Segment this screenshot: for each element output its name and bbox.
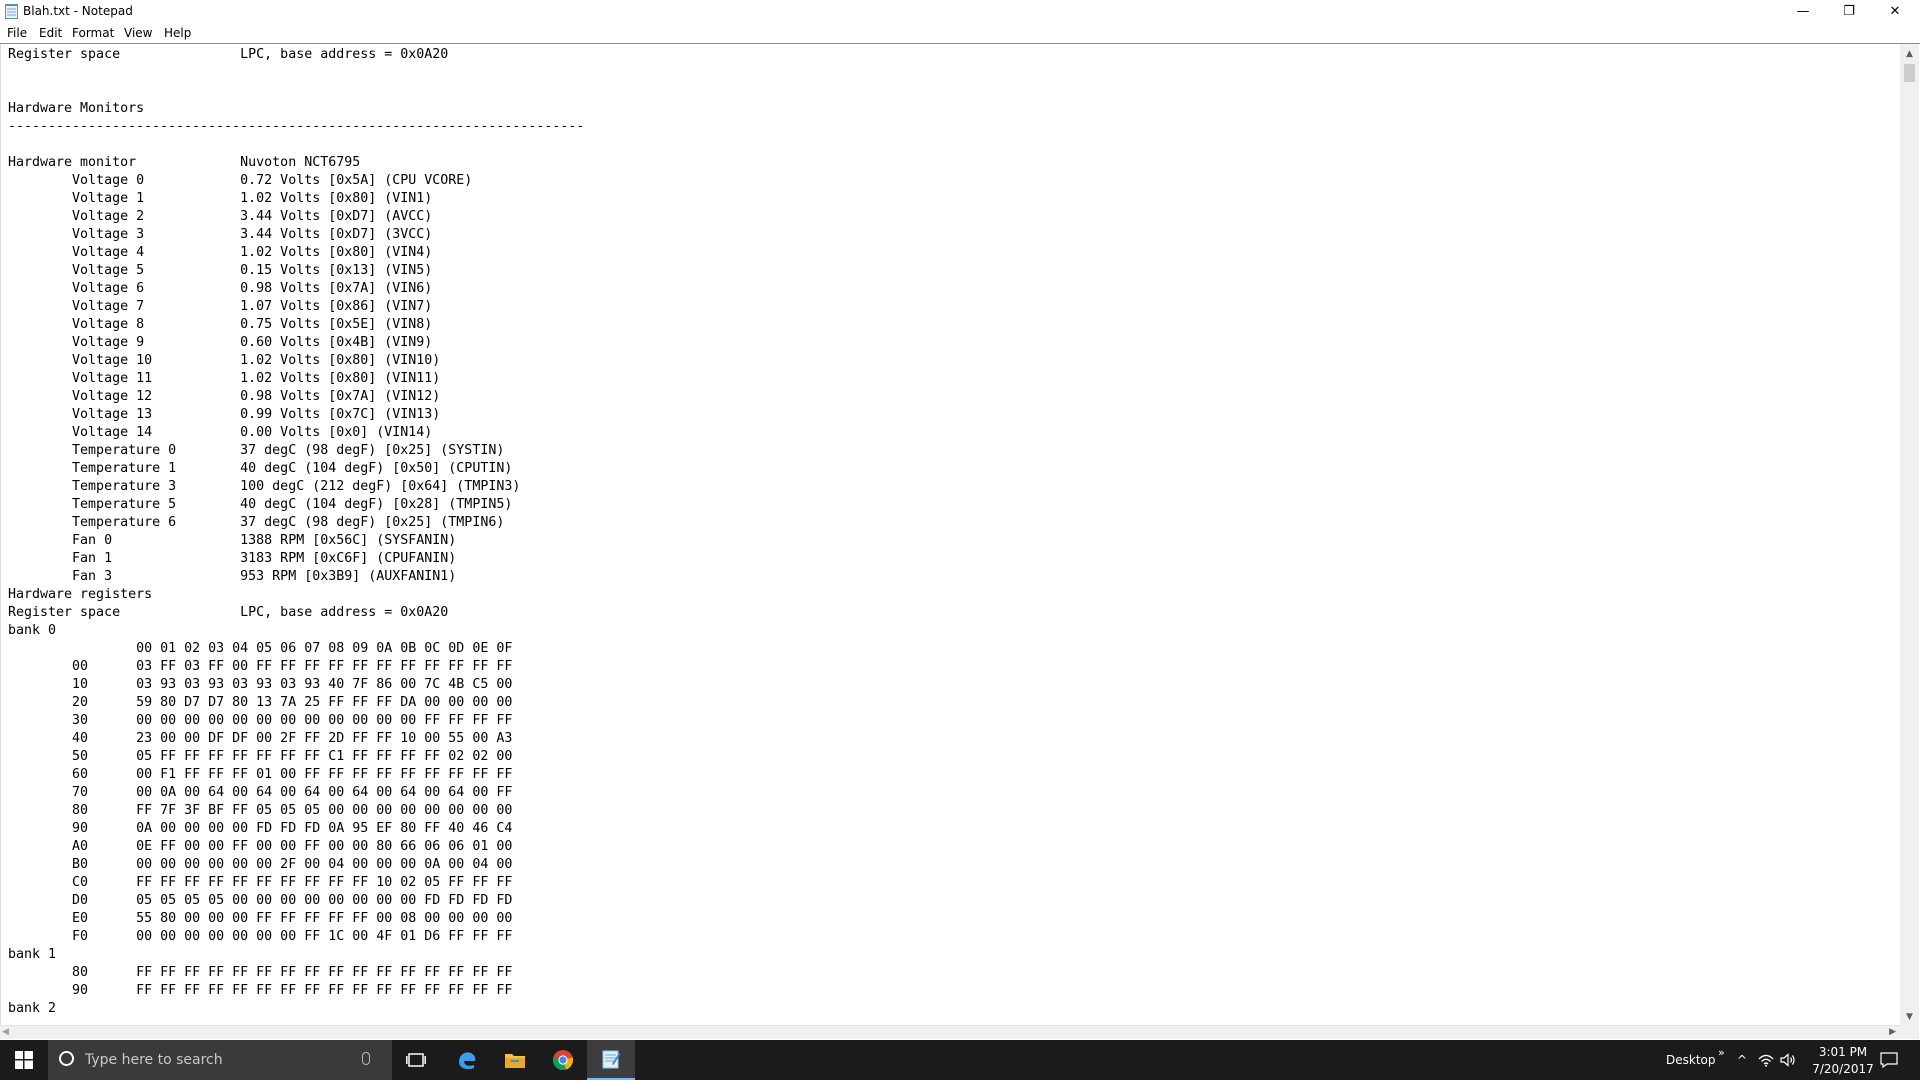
menu-view[interactable]: View — [124, 26, 152, 40]
taskbar: Type here to search Desktop » ^ 3:01 PM … — [0, 1040, 1920, 1080]
network-icon[interactable] — [1758, 1053, 1774, 1067]
show-hidden-icons-icon[interactable]: ^ — [1737, 1053, 1747, 1067]
vertical-scroll-thumb[interactable] — [1904, 64, 1915, 82]
menu-bar: File Edit Format View Help — [0, 23, 1920, 44]
volume-icon[interactable] — [1780, 1053, 1796, 1067]
action-center-icon[interactable] — [1880, 1052, 1898, 1068]
title-bar: Blah.txt - Notepad — ❐ ✕ — [0, 0, 1920, 23]
close-icon: ✕ — [1889, 4, 1901, 19]
menu-edit[interactable]: Edit — [39, 26, 62, 40]
close-button[interactable]: ✕ — [1872, 0, 1918, 23]
horizontal-scrollbar[interactable]: ◀ ▶ — [0, 1025, 1900, 1039]
file-explorer-icon — [505, 1054, 525, 1068]
restore-icon: ❐ — [1843, 4, 1855, 19]
taskbar-search-box[interactable]: Type here to search — [48, 1040, 392, 1080]
cortana-icon — [59, 1051, 74, 1066]
menu-file[interactable]: File — [7, 26, 27, 40]
vertical-scrollbar[interactable]: ▲ ▼ — [1900, 44, 1919, 1025]
task-view-icon — [406, 1053, 426, 1067]
scroll-down-icon[interactable]: ▼ — [1900, 1009, 1919, 1025]
minimize-button[interactable]: — — [1780, 0, 1826, 23]
clock-date[interactable]: 7/20/2017 — [1812, 1062, 1874, 1076]
editor-content[interactable]: Register space LPC, base address = 0x0A2… — [8, 46, 584, 1018]
search-placeholder: Type here to search — [85, 1052, 223, 1068]
start-button[interactable] — [0, 1040, 48, 1080]
microphone-icon[interactable] — [362, 1052, 370, 1065]
minimize-icon: — — [1796, 4, 1810, 19]
window-title: Blah.txt - Notepad — [23, 4, 133, 18]
windows-logo-icon — [15, 1051, 33, 1069]
scrollbar-corner — [1900, 1025, 1919, 1039]
menu-format[interactable]: Format — [72, 26, 114, 40]
taskbar-file-explorer[interactable] — [491, 1040, 539, 1080]
taskbar-notepad[interactable] — [587, 1040, 635, 1080]
menu-help[interactable]: Help — [164, 26, 191, 40]
toolbar-overflow-icon[interactable]: » — [1718, 1046, 1725, 1060]
scroll-right-icon[interactable]: ▶ — [1889, 1026, 1896, 1039]
notepad-icon — [602, 1050, 621, 1069]
scroll-left-icon[interactable]: ◀ — [2, 1026, 9, 1039]
task-view-button[interactable] — [392, 1040, 440, 1080]
taskbar-chrome[interactable] — [539, 1040, 587, 1080]
desktop-toolbar-label[interactable]: Desktop — [1666, 1053, 1716, 1067]
notepad-app-icon — [5, 4, 18, 19]
text-editor[interactable]: Register space LPC, base address = 0x0A2… — [0, 44, 1901, 1025]
clock-time[interactable]: 3:01 PM — [1814, 1045, 1872, 1059]
chrome-icon — [552, 1050, 573, 1070]
taskbar-edge[interactable] — [443, 1040, 491, 1080]
edge-icon — [459, 1052, 476, 1070]
restore-button[interactable]: ❐ — [1826, 0, 1872, 23]
scroll-up-icon[interactable]: ▲ — [1900, 46, 1919, 62]
